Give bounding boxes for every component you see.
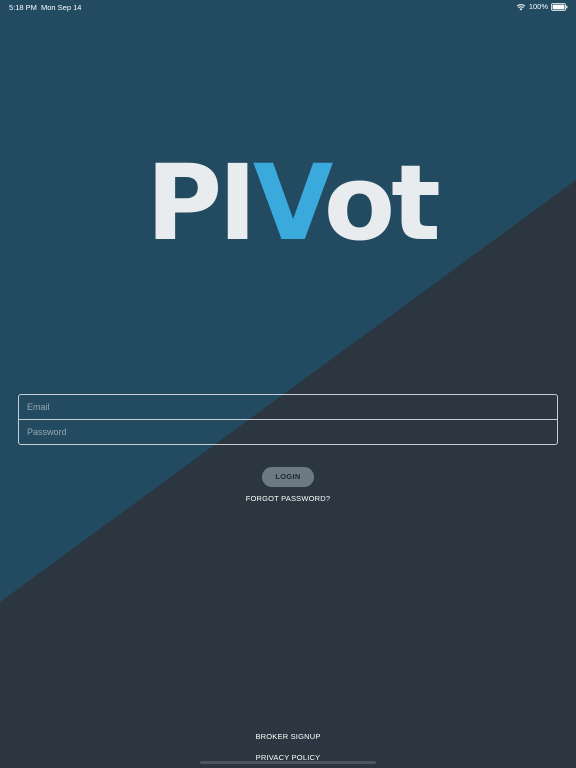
logo-text-v: V bbox=[252, 142, 328, 264]
wifi-icon bbox=[516, 3, 526, 10]
background-diagonal bbox=[0, 0, 576, 602]
status-right: 100% bbox=[516, 2, 568, 11]
password-input[interactable] bbox=[18, 419, 558, 445]
battery-icon bbox=[551, 2, 568, 11]
status-date: Mon Sep 14 bbox=[41, 3, 82, 12]
logo-text-ot: ot bbox=[323, 142, 441, 264]
login-screen: 5:18 PM Mon Sep 14 100% PIVot LOGIN FORG… bbox=[0, 0, 576, 768]
battery-percent: 100% bbox=[528, 2, 548, 11]
logo-text-pi: PI bbox=[146, 142, 257, 264]
email-input[interactable] bbox=[18, 394, 558, 420]
status-time: 5:18 PM bbox=[9, 3, 37, 12]
forgot-password-link[interactable]: FORGOT PASSWORD? bbox=[0, 494, 576, 503]
login-form bbox=[18, 394, 558, 445]
pivot-logo: PIVot bbox=[146, 151, 441, 255]
status-bar: 5:18 PM Mon Sep 14 100% bbox=[0, 0, 576, 14]
broker-signup-link[interactable]: BROKER SIGNUP bbox=[0, 732, 576, 741]
login-button[interactable]: LOGIN bbox=[262, 467, 314, 487]
home-indicator bbox=[200, 761, 376, 764]
logo-wordmark: PIVot bbox=[146, 151, 441, 255]
